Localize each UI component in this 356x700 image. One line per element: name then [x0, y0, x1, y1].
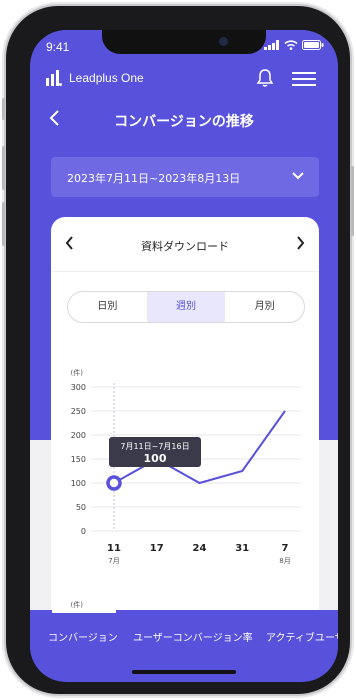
card-title: 資料ダウンロード [141, 240, 229, 253]
chevron-down-icon [292, 172, 304, 180]
bottom-tab-bar: コンバージョン ユーザーコンバージョン率 アクティブユーザー [30, 610, 338, 662]
hamburger-menu-icon[interactable] [292, 72, 316, 86]
signal-icon [264, 40, 279, 50]
tab-user-conversion-rate[interactable]: ユーザーコンバージョン率 [133, 629, 253, 644]
battery-icon [302, 40, 324, 50]
period-segment-control: 日別 週別 月別 [67, 291, 305, 323]
y-tick-label: 250 [71, 407, 86, 416]
app-header: Leadplus One [30, 60, 338, 100]
data-point-highlight [106, 475, 122, 491]
app-name: Leadplus One [69, 71, 144, 85]
chevron-right-icon[interactable] [295, 236, 305, 250]
date-range-select[interactable]: 2023年7月11日~2023年8月13日 [51, 157, 319, 197]
app-logo[interactable]: Leadplus One [46, 70, 144, 86]
y-tick-label: 50 [76, 503, 86, 512]
segment-weekly[interactable]: 週別 [146, 292, 226, 322]
home-indicator [132, 670, 236, 674]
page-title: コンバージョンの推移 [114, 114, 254, 130]
volume-down-button [2, 202, 5, 246]
nav-bar: コンバージョンの推移 [30, 102, 338, 138]
chart2-unit-label: (件) [71, 600, 84, 609]
x-month-label: 7月 [108, 557, 119, 565]
silent-switch [2, 98, 5, 120]
volume-up-button [2, 146, 5, 190]
wifi-icon [284, 40, 298, 50]
y-tick-label: 300 [71, 383, 86, 392]
y-tick-label: 150 [71, 455, 86, 464]
segment-monthly[interactable]: 月別 [225, 292, 304, 322]
x-tick-label: 17 [150, 543, 164, 554]
x-tick-label: 11 [107, 543, 121, 554]
date-range-value: 2023年7月11日~2023年8月13日 [67, 172, 241, 185]
status-time: 9:41 [46, 40, 70, 54]
power-button [351, 166, 354, 236]
tab-active-indicator [52, 610, 116, 613]
x-month-label: 8月 [279, 557, 290, 565]
x-tick-label: 24 [193, 543, 207, 554]
line-chart: (件) 0 50 100 150 200 250 300 11 7月 17 24 31 7 8月 7月11日~… [71, 368, 301, 626]
camera-icon [219, 37, 228, 46]
notch [102, 30, 266, 54]
y-tick-label: 100 [71, 479, 86, 488]
y-tick-label: 0 [81, 527, 86, 536]
phone-frame: 9:41 Leadplus One コンバージョンの推移 2023年7月11日~… [2, 6, 354, 694]
status-icons [264, 40, 324, 50]
leadplus-logo-icon [46, 70, 62, 86]
x-tick-label: 31 [235, 543, 249, 554]
app-screen: 9:41 Leadplus One コンバージョンの推移 2023年7月11日~… [30, 30, 338, 682]
notification-bell-icon[interactable] [256, 68, 274, 88]
tooltip-value: 100 [144, 452, 167, 465]
y-tick-label: 200 [71, 431, 86, 440]
tab-conversion[interactable]: コンバージョン [48, 629, 118, 644]
y-axis-unit-label: (件) [71, 368, 84, 377]
segment-daily[interactable]: 日別 [68, 292, 147, 322]
chart-card: 資料ダウンロード 日別 週別 月別 (件) 0 50 100 150 200 250 300 1… [51, 217, 319, 637]
tooltip-date-range: 7月11日~7月16日 [120, 442, 189, 451]
card-header: 資料ダウンロード [51, 217, 319, 272]
x-tick-label: 7 [282, 543, 289, 554]
tab-active-users[interactable]: アクティブユーザー [266, 629, 338, 644]
